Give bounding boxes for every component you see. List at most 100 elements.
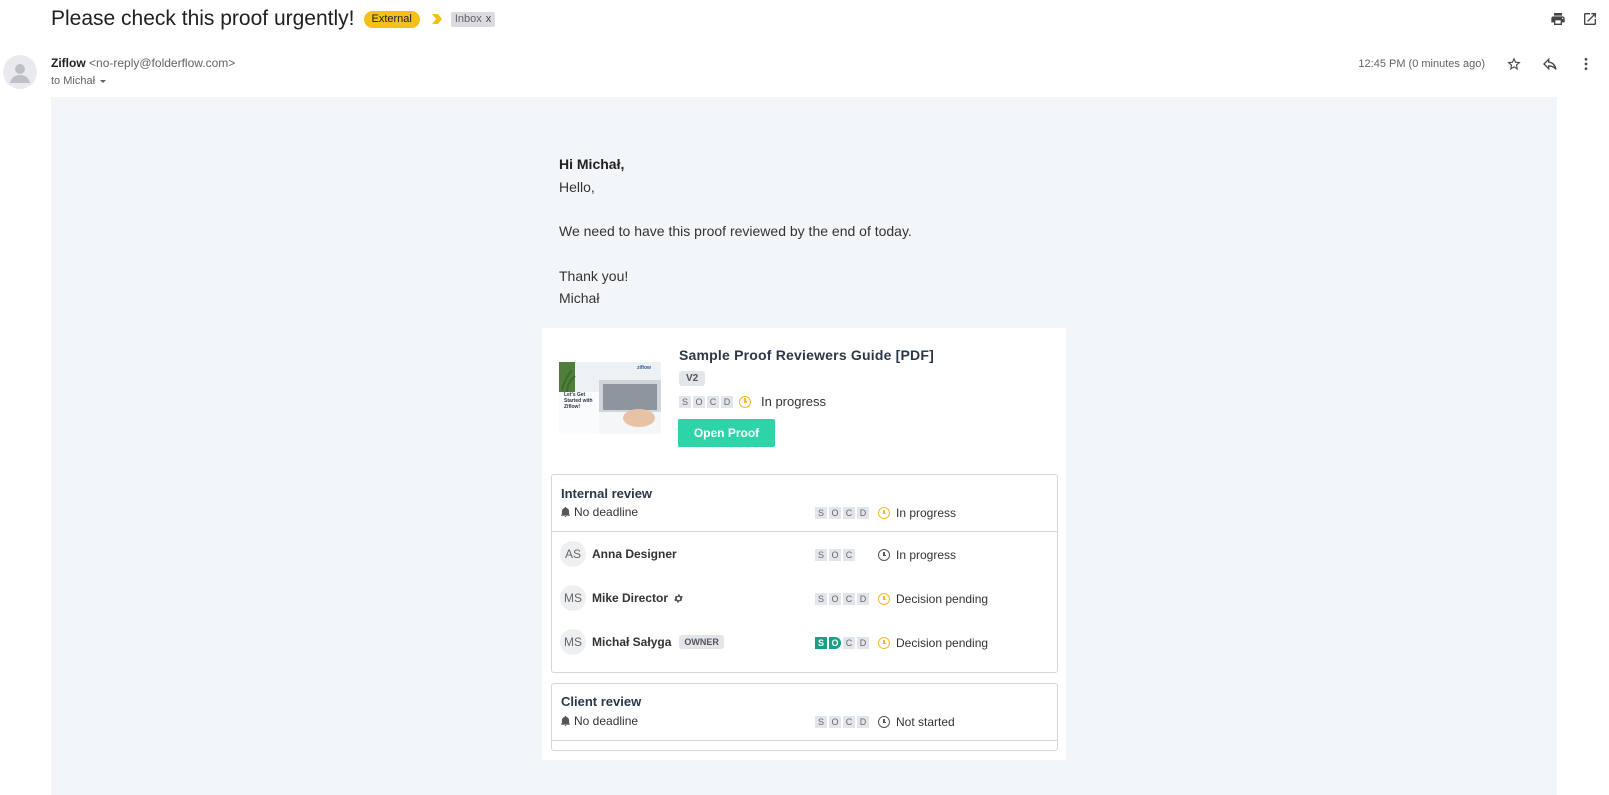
chip-s: S	[815, 549, 827, 561]
print-icon[interactable]	[1549, 10, 1567, 28]
chip-d: D	[857, 637, 869, 649]
email-message: Hi Michał, Hello, We need to have this p…	[559, 153, 1059, 310]
divider	[552, 740, 1057, 741]
chip-c: C	[843, 507, 855, 519]
chip-s: S	[815, 716, 827, 728]
stage-title: Client review	[561, 694, 642, 709]
more-options-icon[interactable]	[1577, 55, 1595, 73]
member-avatar: MS	[560, 585, 586, 611]
member-name: Michał Sałyga	[592, 635, 672, 649]
clock-icon	[878, 637, 890, 649]
message-meta: 12:45 PM (0 minutes ago)	[1358, 55, 1595, 73]
importance-marker-icon[interactable]	[431, 13, 443, 25]
stage-status-text: Not started	[896, 715, 955, 729]
message-time: 12:45 PM (0 minutes ago)	[1358, 58, 1485, 70]
stage-status-text: In progress	[896, 506, 957, 520]
sender-name[interactable]: Ziflow	[51, 56, 86, 70]
open-proof-button[interactable]: Open Proof	[678, 419, 775, 447]
chip-c: C	[843, 637, 855, 649]
chip-d: D	[857, 507, 869, 519]
stage-internal-review: Internal review No deadline S O C D In p…	[551, 474, 1058, 673]
member-status: S O C D Decision pending	[815, 636, 988, 650]
email-subject: Please check this proof urgently!	[51, 7, 355, 30]
proof-card: ziflow Let's Get Started with Ziflow! Sa…	[542, 328, 1066, 760]
sender-email: <no-reply@folderflow.com>	[89, 56, 236, 70]
message-thanks: Thank you!	[559, 267, 629, 284]
star-icon[interactable]	[1505, 55, 1523, 73]
recipient-line: to Michał	[51, 75, 108, 87]
chip-s: S	[815, 507, 827, 519]
sender-line: Ziflow <no-reply@folderflow.com>	[51, 56, 235, 70]
version-badge: V2	[679, 371, 706, 386]
chip-o: O	[829, 593, 841, 605]
header-actions	[1549, 10, 1599, 28]
chip-o: O	[829, 716, 841, 728]
chip-s: S	[679, 395, 691, 408]
open-in-new-window-icon[interactable]	[1581, 10, 1599, 28]
thumbnail-logo: ziflow	[637, 365, 651, 371]
greeting: Hi Michał,	[559, 156, 625, 172]
chip-c: C	[843, 593, 855, 605]
label-external[interactable]: External	[363, 10, 420, 28]
member-name: Anna Designer	[592, 547, 677, 561]
bell-icon	[561, 716, 570, 726]
member-status-text: In progress	[896, 548, 957, 562]
stage-title: Internal review	[561, 486, 653, 501]
proof-title[interactable]: Sample Proof Reviewers Guide [PDF]	[679, 347, 934, 363]
divider	[552, 531, 1057, 532]
sender-avatar[interactable]	[3, 55, 37, 89]
proof-status: In progress	[761, 394, 827, 409]
stage-status: S O C D Not started	[815, 715, 955, 729]
chip-o: O	[829, 637, 841, 649]
empty-chip-slot	[857, 549, 869, 561]
label-inbox-text: Inbox	[454, 12, 482, 25]
chip-d: D	[721, 395, 733, 408]
chip-o: O	[829, 549, 841, 561]
recipient-text: to Michał	[51, 75, 96, 87]
member-row: MS Mike Director	[560, 585, 684, 611]
deadline-text: No deadline	[574, 714, 639, 728]
clock-icon	[878, 549, 890, 561]
member-status-text: Decision pending	[896, 592, 989, 606]
chip-c: C	[843, 716, 855, 728]
subject-row: Please check this proof urgently! Extern…	[51, 6, 496, 32]
remove-label-icon[interactable]: x	[486, 13, 492, 26]
clock-icon	[739, 395, 751, 408]
reply-icon[interactable]	[1541, 55, 1559, 73]
gear-icon	[674, 593, 683, 603]
clock-icon	[878, 507, 890, 519]
label-inbox[interactable]: Inbox x	[450, 11, 496, 27]
member-name: Mike Director	[592, 591, 669, 605]
deadline-text: No deadline	[574, 505, 639, 519]
owner-badge: OWNER	[679, 635, 724, 649]
proof-thumbnail[interactable]: ziflow Let's Get Started with Ziflow!	[559, 362, 661, 434]
chip-s: S	[815, 593, 827, 605]
member-row: MS Michał Sałyga OWNER	[560, 629, 724, 655]
chip-c: C	[843, 549, 855, 561]
stage-status: S O C D In progress	[815, 506, 956, 520]
member-status: S O C D Decision pending	[815, 592, 988, 606]
thumbnail-caption: Let's Get Started with Ziflow!	[564, 392, 593, 410]
chip-o: O	[829, 507, 841, 519]
member-status-text: Decision pending	[896, 636, 989, 650]
stage-deadline: No deadline	[561, 505, 638, 519]
clock-icon	[878, 593, 890, 605]
chip-d: D	[857, 593, 869, 605]
message-line-request: We need to have this proof reviewed by t…	[559, 223, 912, 239]
bell-icon	[561, 507, 570, 517]
message-signature: Michał	[559, 290, 600, 306]
chip-c: C	[707, 395, 719, 408]
member-row: AS Anna Designer	[560, 541, 677, 567]
stage-client-review: Client review No deadline S O C D Not st…	[551, 683, 1058, 751]
clock-icon	[878, 716, 890, 728]
stage-deadline: No deadline	[561, 714, 638, 728]
proof-decision-chips: S O C D In progress	[679, 394, 826, 409]
member-status: S O C In progress	[815, 548, 956, 562]
message-line-hello: Hello,	[559, 178, 595, 195]
member-avatar: MS	[560, 629, 586, 655]
recipient-details-dropdown-icon[interactable]	[98, 76, 108, 86]
chip-d: D	[857, 716, 869, 728]
chip-s: S	[815, 637, 827, 649]
chip-o: O	[693, 395, 705, 408]
member-avatar: AS	[560, 541, 586, 567]
